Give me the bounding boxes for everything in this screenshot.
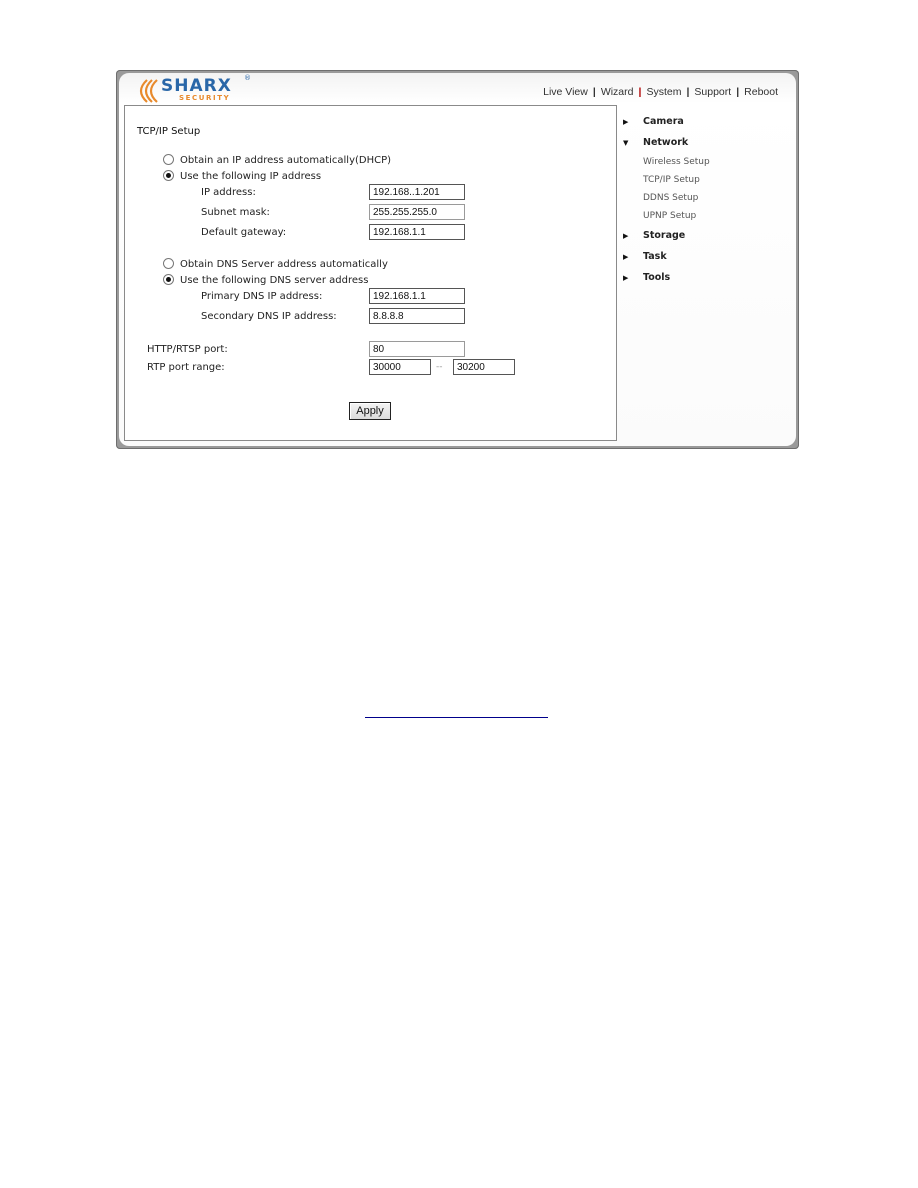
dns-manual-label: Use the following DNS server address xyxy=(180,275,369,286)
nav-separator: | xyxy=(638,86,642,98)
nav-support[interactable]: Support xyxy=(694,86,731,98)
static-ip-label: Use the following IP address xyxy=(180,171,322,182)
top-navigation: Live View | Wizard | System | Support | Reboot xyxy=(543,86,778,98)
http-port-input[interactable] xyxy=(369,341,465,357)
nav-live-view[interactable]: Live View xyxy=(543,86,588,98)
nav-system[interactable]: System xyxy=(646,86,681,98)
sidebar-sub-tcpip-setup[interactable]: TCP/IP Setup xyxy=(643,175,700,185)
sidebar-sub-ddns-setup[interactable]: DDNS Setup xyxy=(643,193,698,203)
nav-reboot[interactable]: Reboot xyxy=(744,86,778,98)
window-body: SHARX SECURITY ® Live View | Wizard | System… xyxy=(119,73,796,446)
logo-tagline: SECURITY xyxy=(179,94,231,102)
sidebar-item-label: Network xyxy=(643,137,689,148)
sidebar-item-storage[interactable]: ▶ Storage xyxy=(623,230,685,241)
rtp-port-to-input[interactable] xyxy=(453,359,515,375)
dns-manual-radio[interactable] xyxy=(163,274,174,285)
dhcp-radio[interactable] xyxy=(163,154,174,165)
camera-web-ui-window: SHARX SECURITY ® Live View | Wizard | System… xyxy=(116,70,799,449)
sidebar-item-label: Camera xyxy=(643,116,684,127)
nav-separator: | xyxy=(686,86,690,98)
default-gateway-label: Default gateway: xyxy=(201,227,287,238)
collapsed-arrow-icon: ▶ xyxy=(623,253,629,261)
primary-dns-input[interactable] xyxy=(369,288,465,304)
dns-auto-option[interactable]: Obtain DNS Server address automatically xyxy=(163,258,388,270)
sidebar-item-task[interactable]: ▶ Task xyxy=(623,251,667,262)
sidebar-item-camera[interactable]: ▶ Camera xyxy=(623,116,684,127)
static-ip-option[interactable]: Use the following IP address xyxy=(163,170,321,182)
sidebar-sub-wireless-setup[interactable]: Wireless Setup xyxy=(643,157,710,167)
sharx-logo: SHARX SECURITY ® xyxy=(133,74,253,106)
collapsed-arrow-icon: ▶ xyxy=(623,118,629,126)
rtp-range-label: RTP port range: xyxy=(147,362,225,373)
subnet-mask-label: Subnet mask: xyxy=(201,207,270,218)
static-ip-radio[interactable] xyxy=(163,170,174,181)
sidebar-item-label: Storage xyxy=(643,230,686,241)
ip-address-label: IP address: xyxy=(201,187,256,198)
default-gateway-input[interactable] xyxy=(369,224,465,240)
nav-separator: | xyxy=(736,86,740,98)
sidebar-sub-upnp-setup[interactable]: UPNP Setup xyxy=(643,211,696,221)
secondary-dns-input[interactable] xyxy=(369,308,465,324)
secondary-dns-label: Secondary DNS IP address: xyxy=(201,311,337,322)
collapsed-arrow-icon: ▶ xyxy=(623,274,629,282)
page-title: TCP/IP Setup xyxy=(137,126,201,137)
expanded-arrow-icon: ▼ xyxy=(623,139,629,147)
nav-wizard[interactable]: Wizard xyxy=(601,86,634,98)
logo-wordmark: SHARX xyxy=(161,76,232,96)
primary-dns-label: Primary DNS IP address: xyxy=(201,291,323,302)
subnet-mask-input[interactable] xyxy=(369,204,465,220)
dhcp-option[interactable]: Obtain an IP address automatically(DHCP) xyxy=(163,154,391,166)
dns-auto-label: Obtain DNS Server address automatically xyxy=(180,259,388,270)
sidebar-item-label: Tools xyxy=(643,272,671,283)
rtp-port-from-input[interactable] xyxy=(369,359,431,375)
ip-address-input[interactable] xyxy=(369,184,465,200)
apply-button[interactable]: Apply xyxy=(349,402,391,420)
rtp-range-separator: -- xyxy=(436,362,443,372)
nav-separator: | xyxy=(592,86,596,98)
collapsed-arrow-icon: ▶ xyxy=(623,232,629,240)
page-link-underline[interactable] xyxy=(365,717,548,718)
sidebar-item-tools[interactable]: ▶ Tools xyxy=(623,272,670,283)
registered-mark: ® xyxy=(244,74,251,82)
http-port-label: HTTP/RTSP port: xyxy=(147,344,228,355)
dns-manual-option[interactable]: Use the following DNS server address xyxy=(163,274,368,286)
dhcp-label: Obtain an IP address automatically(DHCP) xyxy=(180,155,392,166)
dns-auto-radio[interactable] xyxy=(163,258,174,269)
sidebar-item-network[interactable]: ▼ Network xyxy=(623,137,688,148)
logo-swoosh-icon xyxy=(139,79,158,103)
sidebar-item-label: Task xyxy=(643,251,667,262)
tcpip-setup-panel: TCP/IP Setup Obtain an IP address automa… xyxy=(124,105,617,441)
